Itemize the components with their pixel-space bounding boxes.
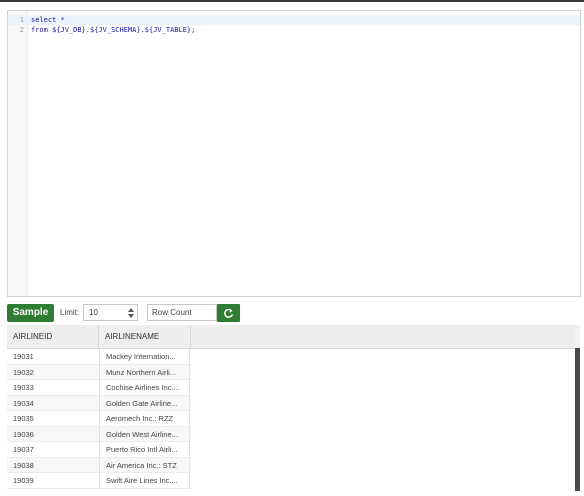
top-border	[0, 0, 584, 2]
table-row[interactable]: 19031 Mackey Internation...	[7, 349, 191, 365]
refresh-icon	[224, 308, 234, 318]
column-header-airlinename[interactable]: AIRLINENAME	[99, 325, 191, 348]
cell-airlineid[interactable]: 19038	[7, 458, 99, 473]
cell-airlineid[interactable]: 19039	[7, 473, 99, 488]
cell-airlinename[interactable]: Aeromech Inc.: RZZ	[99, 411, 190, 426]
table-row[interactable]: 19039 Swift Aire Lines Inc....	[7, 473, 191, 489]
cell-airlineid[interactable]: 19033	[7, 380, 99, 395]
line-number: 1	[19, 16, 24, 24]
cell-airlinename[interactable]: Air America Inc.: STZ	[99, 457, 190, 473]
table-row[interactable]: 19035 Aeromech Inc.: RZZ	[7, 411, 191, 427]
table-row[interactable]: 19037 Puerto Rico Intl Airli...	[7, 442, 191, 458]
table-header: AIRLINEID AIRLINENAME	[7, 325, 575, 349]
table-row[interactable]: 19034 Golden Gate Airline...	[7, 395, 191, 411]
limit-label: Limit:	[60, 308, 80, 317]
results-table: AIRLINEID AIRLINENAME 19031 Mackey Intern…	[7, 325, 575, 491]
cell-airlinename[interactable]: Golden Gate Airline...	[99, 395, 190, 411]
table-row[interactable]: 19033 Cochise Airlines Inc....	[7, 380, 191, 396]
refresh-button[interactable]	[217, 304, 240, 322]
cell-airlineid[interactable]: 19037	[7, 442, 99, 457]
code-text[interactable]: select *	[31, 15, 65, 25]
table-row[interactable]: 19032 Munz Northern Airli...	[7, 364, 191, 380]
table-row[interactable]: 19038 Air America Inc.: STZ	[7, 457, 191, 473]
row-count-field[interactable]: Row Count	[147, 304, 217, 321]
sample-button[interactable]: Sample	[7, 304, 54, 322]
cell-airlineid[interactable]: 19032	[7, 365, 99, 380]
column-header-airlineid[interactable]: AIRLINEID	[7, 325, 99, 348]
cell-airlinename[interactable]: Puerto Rico Intl Airli...	[99, 442, 190, 457]
increment-arrow-icon[interactable]	[128, 308, 134, 312]
scrollbar-track	[575, 325, 580, 348]
editor-line[interactable]: 1 select *	[8, 15, 580, 25]
cell-airlinename[interactable]: Munz Northern Airli...	[99, 364, 190, 380]
table-row[interactable]: 19036 Golden West Airline...	[7, 426, 191, 442]
cell-airlineid[interactable]: 19035	[7, 411, 99, 426]
cell-airlineid[interactable]: 19031	[7, 349, 99, 364]
cell-airlineid[interactable]: 19036	[7, 427, 99, 442]
editor-line[interactable]: 2 from ${JV_DB}.${JV_SCHEMA}.${JV_TABLE}…	[8, 25, 580, 35]
sql-editor[interactable]: 1 select * 2 from ${JV_DB}.${JV_SCHEMA}.…	[7, 10, 581, 297]
code-text[interactable]: from ${JV_DB}.${JV_SCHEMA}.${JV_TABLE};	[31, 25, 195, 35]
decrement-arrow-icon[interactable]	[128, 314, 134, 318]
limit-input[interactable]	[84, 305, 127, 320]
line-number-gutter	[8, 11, 28, 296]
cell-airlinename[interactable]: Mackey Internation...	[99, 349, 190, 364]
cell-airlinename[interactable]: Cochise Airlines Inc....	[99, 380, 190, 395]
vertical-scrollbar[interactable]	[575, 348, 580, 491]
cell-airlineid[interactable]: 19034	[7, 396, 99, 411]
cell-airlinename[interactable]: Swift Aire Lines Inc....	[99, 473, 190, 488]
cell-airlinename[interactable]: Golden West Airline...	[99, 426, 190, 442]
limit-stepper[interactable]	[83, 304, 138, 321]
line-number: 2	[19, 26, 24, 34]
